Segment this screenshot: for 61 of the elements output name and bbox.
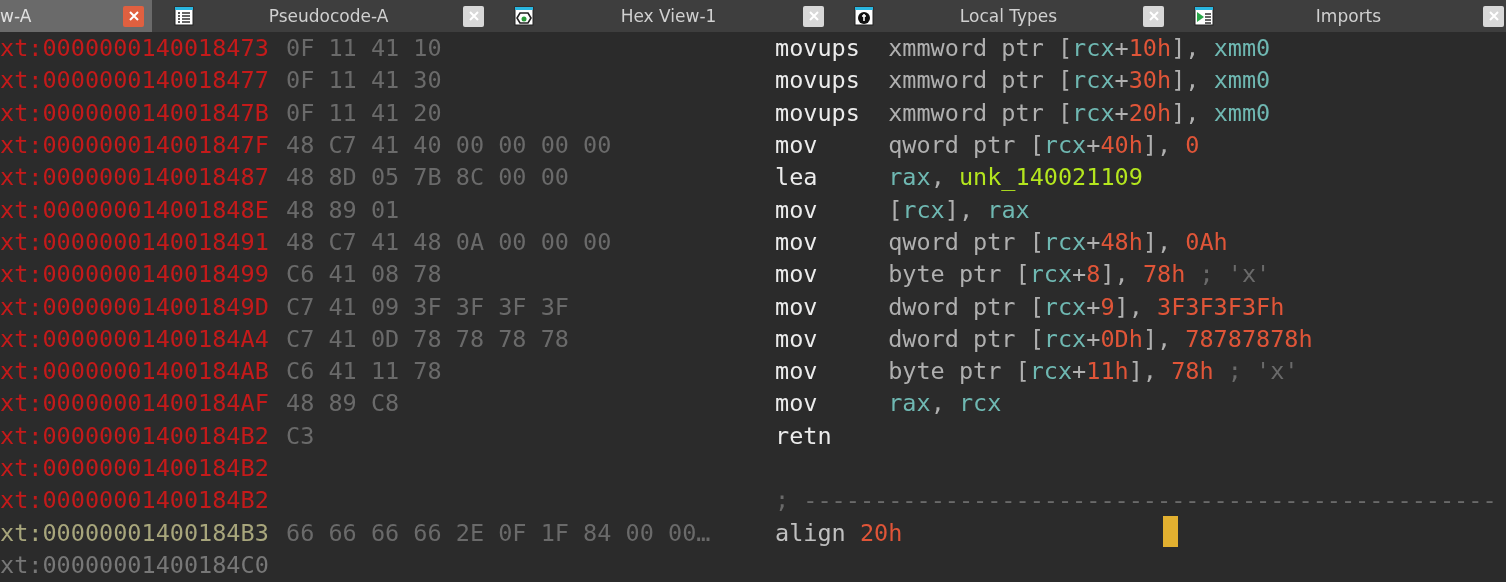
address-label: xt:00000001400184AB [0,357,270,386]
address-label: xt:0000000140018473 [0,34,270,63]
close-icon [467,10,480,22]
instruction-text: movups xmmword ptr [rcx+10h], xmm0 [775,34,1271,63]
hex-bytes: C7 41 09 3F 3F 3F 3F [286,292,569,321]
instruction-text: mov qword ptr [rcx+48h], 0Ah [775,227,1228,256]
address-label: xt:0000000140018499 [0,260,270,289]
separator-comment: ; ------------------------------------------------- [775,486,1497,515]
address-label: xt:00000001400184C0 [0,550,270,579]
instruction-text: mov rax, rcx [775,389,1002,418]
instruction-text: movups xmmword ptr [rcx+20h], xmm0 [775,98,1271,127]
close-icon [1487,10,1500,22]
close-button[interactable] [1143,5,1164,27]
address-label: xt:000000014001849D [0,292,270,321]
address-label: xt:00000001400184B3 [0,518,270,547]
close-button[interactable] [803,5,824,27]
address-label: xt:00000001400184AF [0,389,270,418]
address-label: xt:0000000140018487 [0,163,270,192]
close-icon [127,10,140,22]
hex-bytes: 0F 11 41 20 [286,98,442,127]
close-button[interactable] [463,5,484,27]
hex-bytes: 66 66 66 66 2E 0F 1F 84 00 00… [286,518,711,547]
hex-bytes: 48 89 C8 [286,389,400,418]
hex-bytes: C3 [286,421,315,450]
list-window-icon [174,6,194,26]
address-label: xt:0000000140018477 [0,66,270,95]
close-button[interactable] [1483,5,1504,27]
hex-bytes: 0F 11 41 30 [286,66,442,95]
hex-window-icon [514,6,534,26]
hex-bytes: 48 8D 05 7B 8C 00 00 [286,163,569,192]
instruction-text: mov dword ptr [rcx+9], 3F3F3F3Fh [775,292,1285,321]
instruction-text: mov qword ptr [rcx+40h], 0 [775,131,1200,160]
hex-bytes: C7 41 0D 78 78 78 78 [286,324,569,353]
address-label: xt:000000014001848E [0,195,270,224]
close-icon [807,10,820,22]
hex-bytes: 48 C7 41 48 0A 00 00 00 [286,227,612,256]
address-label: xt:00000001400184B2 [0,486,270,515]
instruction-text: retn [775,421,833,450]
instruction-text: mov dword ptr [rcx+0Dh], 78787878h [775,324,1313,353]
hex-bytes: 0F 11 41 10 [286,34,442,63]
hex-bytes: C6 41 11 78 [286,357,442,386]
address-label: xt:000000014001847B [0,98,270,127]
play-list-window-icon [1194,6,1214,26]
instruction-text: mov byte ptr [rcx+11h], 78h ; 'x' [775,357,1299,386]
instruction-text: mov byte ptr [rcx+8], 78h ; 'x' [775,260,1271,289]
instruction-text: mov [rcx], rax [775,195,1030,224]
instruction-text: movups xmmword ptr [rcx+30h], xmm0 [775,66,1271,95]
hex-bytes: 48 C7 41 40 00 00 00 00 [286,131,612,160]
instruction-text: align 20h [775,518,903,547]
tab[interactable]: w-A [0,0,152,32]
text-cursor [1163,516,1178,548]
address-label: xt:00000001400184A4 [0,324,270,353]
address-label: xt:00000001400184B2 [0,421,270,450]
address-label: xt:0000000140018491 [0,227,270,256]
close-button[interactable] [123,5,144,27]
close-icon [1147,10,1160,22]
address-label: xt:000000014001847F [0,131,270,160]
address-label: xt:00000001400184B2 [0,454,270,482]
hex-bytes: 48 89 01 [286,195,400,224]
hex-bytes: C6 41 08 78 [286,260,442,289]
instruction-text: lea rax, unk_140021109 [775,163,1143,192]
